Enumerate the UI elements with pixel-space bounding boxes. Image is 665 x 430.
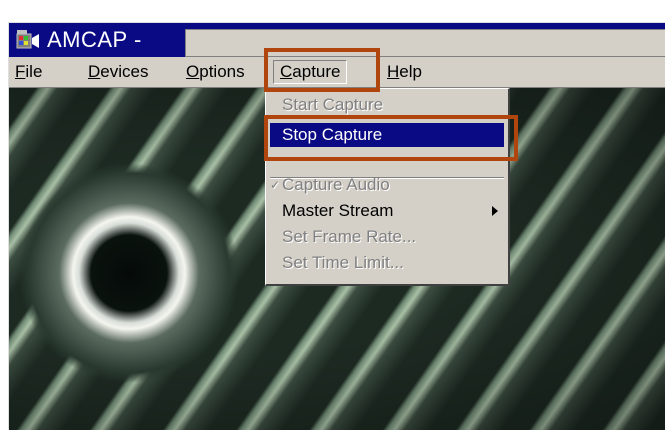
menu-item-set-frame-rate[interactable]: Set Frame Rate... — [270, 225, 504, 249]
set-frame-rate-label: Set Frame Rate... — [282, 227, 417, 246]
menu-item-start-capture[interactable]: Start Capture — [270, 93, 504, 117]
menu-file-mnemonic: F — [15, 62, 26, 81]
menu-help-mnemonic: H — [387, 62, 400, 81]
checkmark-icon: ✓ — [270, 178, 281, 192]
start-capture-label: Start Capture — [282, 95, 384, 114]
stop-capture-annotation-box — [264, 115, 518, 161]
master-stream-label: Master Stream — [282, 201, 394, 220]
menu-file-label: ile — [25, 62, 43, 81]
menu-options-mnemonic: O — [186, 62, 200, 81]
menu-item-capture-audio[interactable]: ✓ Capture Audio — [270, 173, 504, 197]
set-time-limit-label: Set Time Limit... — [282, 253, 404, 272]
window-title: AMCAP - — [47, 27, 142, 52]
capture-menu-annotation-box — [264, 48, 380, 92]
submenu-arrow-icon — [492, 206, 498, 216]
capture-audio-label: Capture Audio — [282, 175, 390, 194]
menu-file[interactable]: File — [15, 61, 42, 83]
menu-devices[interactable]: Devices — [88, 61, 148, 83]
menu-item-set-time-limit[interactable]: Set Time Limit... — [270, 251, 504, 275]
menu-devices-label: evices — [100, 62, 149, 81]
camera-app-icon — [15, 28, 41, 52]
title-bar-filler — [185, 29, 665, 57]
menu-help-label: elp — [399, 62, 422, 81]
menu-devices-mnemonic: D — [88, 62, 101, 81]
menu-options-label: ptions — [199, 62, 245, 81]
menu-help[interactable]: Help — [387, 61, 422, 83]
menu-item-master-stream[interactable]: Master Stream — [270, 199, 504, 223]
menu-options[interactable]: Options — [186, 61, 245, 83]
